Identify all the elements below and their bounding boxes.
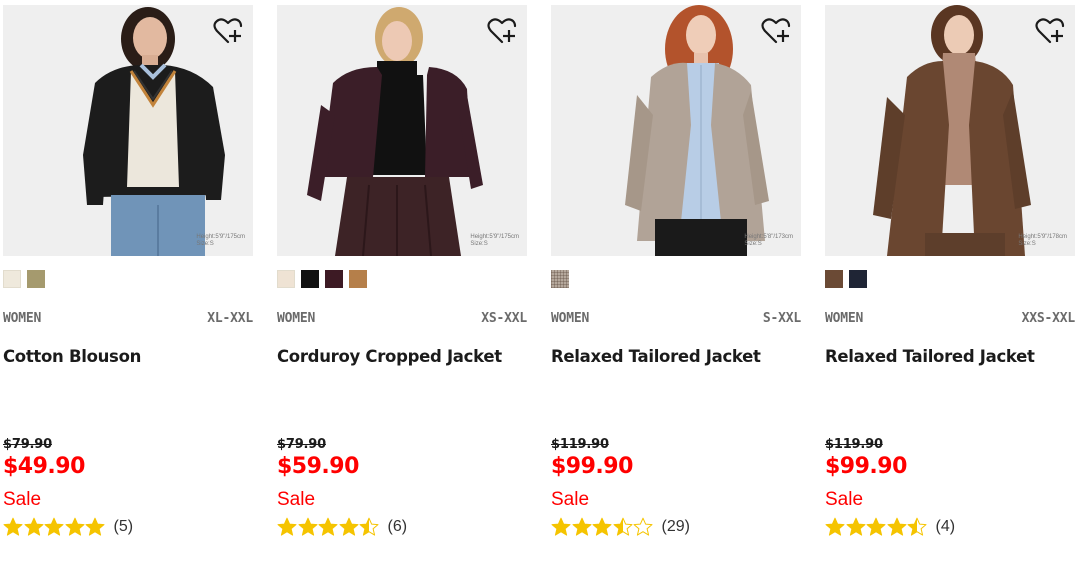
star-half-icon [613, 517, 632, 536]
star-empty-icon [633, 517, 653, 536]
color-swatches [277, 270, 367, 288]
review-count: (29) [661, 518, 690, 535]
original-price: $79.90 [3, 437, 52, 452]
gender-label: WOMEN [825, 311, 864, 326]
sale-price: $59.90 [277, 454, 359, 479]
product-image[interactable]: Height:5'8"/173cm Size:S [551, 5, 801, 256]
color-swatch-0[interactable] [277, 270, 295, 288]
star-full-icon [339, 517, 358, 536]
star-half-icon [359, 517, 379, 536]
product-card[interactable]: Height:5'8"/173cm Size:S WOMEN S-XXL Rel… [551, 0, 803, 584]
model-size: Size:S [196, 241, 214, 247]
gender-label: WOMEN [3, 311, 42, 326]
star-full-icon [3, 517, 23, 536]
heart-plus-icon[interactable] [1035, 17, 1065, 45]
review-count: (6) [387, 518, 408, 535]
product-image[interactable]: Height:5'9"/175cm Size:S [277, 5, 527, 256]
model-height: Height:5'8"/173cm [744, 234, 793, 240]
review-count: (5) [113, 518, 134, 535]
sale-price: $49.90 [3, 454, 85, 479]
gender-label: WOMEN [551, 311, 590, 326]
star-full-icon [318, 517, 338, 536]
color-swatch-3[interactable] [349, 270, 367, 288]
heart-plus-icon[interactable] [213, 17, 243, 45]
model-size: Size:S [1018, 241, 1036, 247]
color-swatch-1[interactable] [27, 270, 45, 288]
sale-label: Sale [277, 489, 316, 510]
model-height: Height:5'9"/175cm [196, 234, 245, 240]
product-card[interactable]: Height:5'9"/175cm Size:S WOMEN XL-XXL Co… [3, 0, 255, 584]
color-swatches [551, 270, 569, 288]
star-rating[interactable]: (6) [277, 515, 407, 539]
star-full-icon [866, 517, 886, 536]
product-name[interactable]: Cotton Blouson [3, 347, 253, 366]
product-image[interactable]: Height:5'9"/178cm Size:S [825, 5, 1075, 256]
sale-label: Sale [551, 489, 590, 510]
star-rating[interactable]: (5) [3, 515, 133, 539]
model-size-note: Height:5'9"/178cm Size:S [1018, 234, 1067, 248]
star-full-icon [85, 517, 105, 536]
product-grid: Height:5'9"/175cm Size:S WOMEN XL-XXL Co… [0, 0, 1080, 584]
star-full-icon [572, 517, 591, 536]
product-name[interactable]: Relaxed Tailored Jacket [825, 347, 1075, 366]
original-price: $119.90 [551, 437, 609, 452]
model-height: Height:5'9"/178cm [1018, 234, 1067, 240]
sale-label: Sale [3, 489, 42, 510]
color-swatches [825, 270, 867, 288]
star-full-icon [551, 517, 571, 536]
product-image[interactable]: Height:5'9"/175cm Size:S [3, 5, 253, 256]
sale-price: $99.90 [825, 454, 907, 479]
star-full-icon [592, 517, 612, 536]
star-full-icon [44, 517, 64, 536]
product-name[interactable]: Relaxed Tailored Jacket [551, 347, 801, 366]
product-name[interactable]: Corduroy Cropped Jacket [277, 347, 527, 366]
color-swatch-1[interactable] [849, 270, 867, 288]
original-price: $119.90 [825, 437, 883, 452]
color-swatches [3, 270, 45, 288]
heart-plus-icon[interactable] [761, 17, 791, 45]
model-size: Size:S [744, 241, 762, 247]
color-swatch-1[interactable] [301, 270, 319, 288]
model-height: Height:5'9"/175cm [470, 234, 519, 240]
color-swatch-2[interactable] [325, 270, 343, 288]
model-size-note: Height:5'9"/175cm Size:S [470, 234, 519, 248]
product-meta: WOMEN XL-XXL [3, 311, 253, 329]
product-meta: WOMEN S-XXL [551, 311, 801, 329]
size-range: XXS-XXL [1021, 311, 1076, 326]
gender-label: WOMEN [277, 311, 316, 326]
product-meta: WOMEN XS-XXL [277, 311, 527, 329]
product-meta: WOMEN XXS-XXL [825, 311, 1075, 329]
color-swatch-0[interactable] [3, 270, 21, 288]
color-swatch-0[interactable] [551, 270, 569, 288]
star-full-icon [298, 517, 317, 536]
color-swatch-0[interactable] [825, 270, 843, 288]
review-count: (4) [935, 518, 956, 535]
star-full-icon [887, 517, 906, 536]
heart-plus-icon[interactable] [487, 17, 517, 45]
star-rating[interactable]: (29) [551, 515, 690, 539]
size-range: XS-XXL [481, 311, 527, 326]
star-full-icon [65, 517, 84, 536]
product-card[interactable]: Height:5'9"/175cm Size:S WOMEN XS-XXL Co… [277, 0, 529, 584]
star-rating[interactable]: (4) [825, 515, 955, 539]
product-card[interactable]: Height:5'9"/178cm Size:S WOMEN XXS-XXL R… [825, 0, 1077, 584]
star-full-icon [24, 517, 43, 536]
model-size: Size:S [470, 241, 488, 247]
star-half-icon [907, 517, 927, 536]
star-full-icon [846, 517, 865, 536]
size-range: S-XXL [762, 311, 801, 326]
star-full-icon [277, 517, 297, 536]
model-size-note: Height:5'8"/173cm Size:S [744, 234, 793, 248]
star-full-icon [825, 517, 845, 536]
original-price: $79.90 [277, 437, 326, 452]
sale-price: $99.90 [551, 454, 633, 479]
sale-label: Sale [825, 489, 864, 510]
model-size-note: Height:5'9"/175cm Size:S [196, 234, 245, 248]
size-range: XL-XXL [207, 311, 253, 326]
